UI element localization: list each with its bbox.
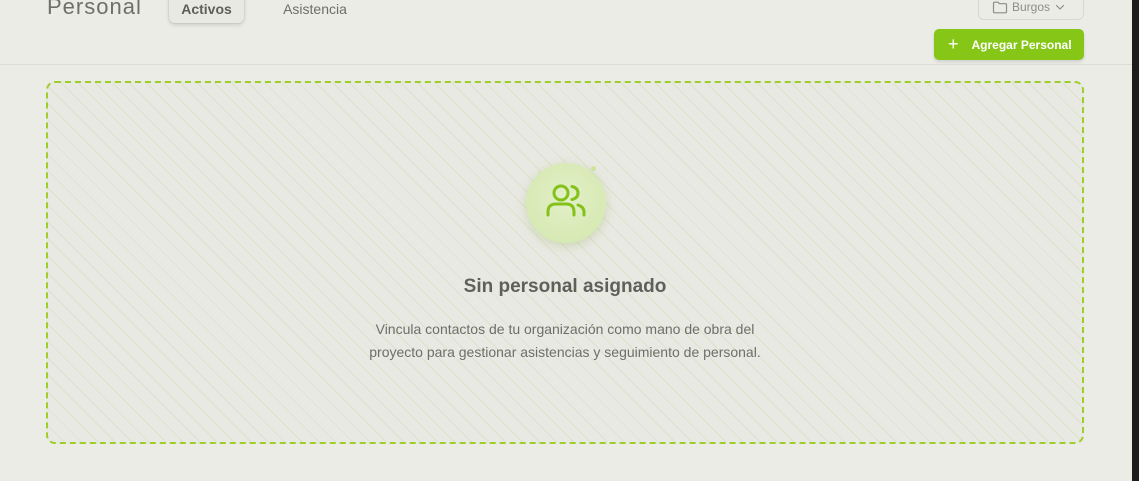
decor-dot xyxy=(591,166,596,171)
window-edge xyxy=(1132,0,1139,481)
add-personal-label: Agregar Personal xyxy=(971,37,1072,52)
chevron-down-icon xyxy=(1054,2,1066,12)
page-title: Personal xyxy=(47,0,142,19)
tab-asistencia[interactable]: Asistencia xyxy=(270,0,360,23)
add-personal-button[interactable]: + Agregar Personal xyxy=(934,29,1084,60)
empty-state-description-line: Vincula contactos de tu organización com… xyxy=(375,321,755,337)
empty-state-icon-circle xyxy=(526,163,606,243)
header-divider xyxy=(0,64,1132,65)
plus-icon: + xyxy=(948,33,959,54)
empty-state-description: Vincula contactos de tu organización com… xyxy=(48,318,1082,364)
location-select[interactable]: Burgos xyxy=(978,0,1084,20)
tab-activos[interactable]: Activos xyxy=(169,0,244,23)
location-select-value: Burgos xyxy=(1012,0,1051,14)
users-icon xyxy=(542,177,590,230)
page: Personal Activos Asistencia Burgos + Agr… xyxy=(0,0,1139,481)
empty-state-panel: Sin personal asignado Vincula contactos … xyxy=(46,81,1084,444)
empty-state-description-line: proyecto para gestionar asistencias y se… xyxy=(369,344,761,360)
folder-icon xyxy=(992,1,1008,14)
empty-state-title: Sin personal asignado xyxy=(463,276,667,297)
